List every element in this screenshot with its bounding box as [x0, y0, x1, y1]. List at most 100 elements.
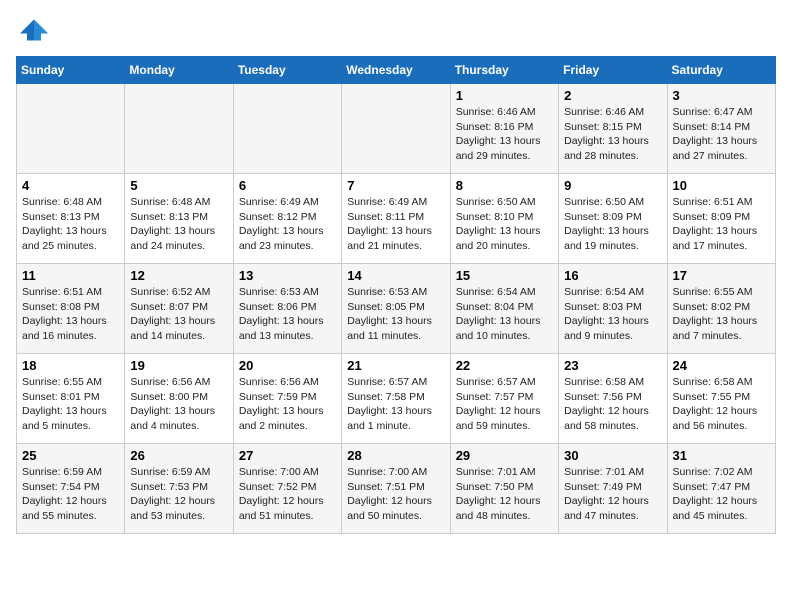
calendar-cell: 16 Sunrise: 6:54 AM Sunset: 8:03 PM Dayli… [559, 264, 667, 354]
calendar-cell: 6 Sunrise: 6:49 AM Sunset: 8:12 PM Daylig… [233, 174, 341, 264]
day-info: Sunrise: 6:53 AM Sunset: 8:06 PM Dayligh… [239, 285, 336, 344]
day-info: Sunrise: 6:55 AM Sunset: 8:01 PM Dayligh… [22, 375, 119, 434]
page-header [16, 16, 776, 44]
day-number: 14 [347, 268, 444, 283]
day-number: 22 [456, 358, 553, 373]
day-info: Sunrise: 6:53 AM Sunset: 8:05 PM Dayligh… [347, 285, 444, 344]
day-number: 17 [673, 268, 770, 283]
header-monday: Monday [125, 57, 233, 84]
day-info: Sunrise: 6:46 AM Sunset: 8:16 PM Dayligh… [456, 105, 553, 164]
week-row-4: 18 Sunrise: 6:55 AM Sunset: 8:01 PM Dayli… [17, 354, 776, 444]
calendar-cell: 11 Sunrise: 6:51 AM Sunset: 8:08 PM Dayli… [17, 264, 125, 354]
day-info: Sunrise: 6:55 AM Sunset: 8:02 PM Dayligh… [673, 285, 770, 344]
day-info: Sunrise: 6:57 AM Sunset: 7:57 PM Dayligh… [456, 375, 553, 434]
day-number: 27 [239, 448, 336, 463]
calendar-cell: 3Sunrise: 6:47 AM Sunset: 8:14 PM Daylig… [667, 84, 775, 174]
calendar-header-row: SundayMondayTuesdayWednesdayThursdayFrid… [17, 57, 776, 84]
logo-icon [16, 16, 52, 44]
calendar-cell: 12 Sunrise: 6:52 AM Sunset: 8:07 PM Dayli… [125, 264, 233, 354]
header-thursday: Thursday [450, 57, 558, 84]
day-info: Sunrise: 6:58 AM Sunset: 7:55 PM Dayligh… [673, 375, 770, 434]
calendar-cell: 18 Sunrise: 6:55 AM Sunset: 8:01 PM Dayli… [17, 354, 125, 444]
day-info: Sunrise: 6:56 AM Sunset: 8:00 PM Dayligh… [130, 375, 227, 434]
calendar-cell: 5 Sunrise: 6:48 AM Sunset: 8:13 PM Daylig… [125, 174, 233, 264]
day-number: 12 [130, 268, 227, 283]
calendar-cell: 9Sunrise: 6:50 AM Sunset: 8:09 PM Daylig… [559, 174, 667, 264]
day-info: Sunrise: 6:52 AM Sunset: 8:07 PM Dayligh… [130, 285, 227, 344]
day-number: 30 [564, 448, 661, 463]
day-number: 2 [564, 88, 661, 103]
day-number: 28 [347, 448, 444, 463]
day-number: 29 [456, 448, 553, 463]
calendar-cell [342, 84, 450, 174]
week-row-5: 25 Sunrise: 6:59 AM Sunset: 7:54 PM Dayli… [17, 444, 776, 534]
day-info: Sunrise: 7:01 AM Sunset: 7:49 PM Dayligh… [564, 465, 661, 524]
day-number: 4 [22, 178, 119, 193]
calendar-cell: 15Sunrise: 6:54 AM Sunset: 8:04 PM Dayli… [450, 264, 558, 354]
calendar-cell: 14 Sunrise: 6:53 AM Sunset: 8:05 PM Dayli… [342, 264, 450, 354]
day-info: Sunrise: 6:50 AM Sunset: 8:09 PM Dayligh… [564, 195, 661, 254]
day-info: Sunrise: 6:54 AM Sunset: 8:03 PM Dayligh… [564, 285, 661, 344]
header-tuesday: Tuesday [233, 57, 341, 84]
calendar-cell: 13 Sunrise: 6:53 AM Sunset: 8:06 PM Dayli… [233, 264, 341, 354]
day-number: 10 [673, 178, 770, 193]
calendar-cell: 17 Sunrise: 6:55 AM Sunset: 8:02 PM Dayli… [667, 264, 775, 354]
day-info: Sunrise: 6:51 AM Sunset: 8:08 PM Dayligh… [22, 285, 119, 344]
day-number: 6 [239, 178, 336, 193]
day-info: Sunrise: 7:02 AM Sunset: 7:47 PM Dayligh… [673, 465, 770, 524]
day-number: 20 [239, 358, 336, 373]
calendar-cell: 28 Sunrise: 7:00 AM Sunset: 7:51 PM Dayli… [342, 444, 450, 534]
day-number: 31 [673, 448, 770, 463]
calendar-cell: 30 Sunrise: 7:01 AM Sunset: 7:49 PM Dayli… [559, 444, 667, 534]
day-info: Sunrise: 6:51 AM Sunset: 8:09 PM Dayligh… [673, 195, 770, 254]
calendar-cell: 2 Sunrise: 6:46 AM Sunset: 8:15 PM Daylig… [559, 84, 667, 174]
calendar-cell: 31 Sunrise: 7:02 AM Sunset: 7:47 PM Dayli… [667, 444, 775, 534]
logo [16, 16, 58, 44]
week-row-2: 4 Sunrise: 6:48 AM Sunset: 8:13 PM Daylig… [17, 174, 776, 264]
day-info: Sunrise: 6:54 AM Sunset: 8:04 PM Dayligh… [456, 285, 553, 344]
day-number: 24 [673, 358, 770, 373]
day-number: 8 [456, 178, 553, 193]
day-number: 5 [130, 178, 227, 193]
calendar-cell: 20 Sunrise: 6:56 AM Sunset: 7:59 PM Dayli… [233, 354, 341, 444]
day-info: Sunrise: 6:59 AM Sunset: 7:54 PM Dayligh… [22, 465, 119, 524]
day-info: Sunrise: 6:57 AM Sunset: 7:58 PM Dayligh… [347, 375, 444, 434]
header-wednesday: Wednesday [342, 57, 450, 84]
calendar-cell: 22 Sunrise: 6:57 AM Sunset: 7:57 PM Dayli… [450, 354, 558, 444]
day-number: 13 [239, 268, 336, 283]
day-number: 19 [130, 358, 227, 373]
calendar-cell: 27Sunrise: 7:00 AM Sunset: 7:52 PM Dayli… [233, 444, 341, 534]
calendar-cell: 26Sunrise: 6:59 AM Sunset: 7:53 PM Dayli… [125, 444, 233, 534]
day-info: Sunrise: 6:46 AM Sunset: 8:15 PM Dayligh… [564, 105, 661, 164]
day-number: 18 [22, 358, 119, 373]
calendar-cell [125, 84, 233, 174]
calendar-cell: 4Sunrise: 6:48 AM Sunset: 8:13 PM Daylig… [17, 174, 125, 264]
header-saturday: Saturday [667, 57, 775, 84]
day-number: 11 [22, 268, 119, 283]
calendar-cell [17, 84, 125, 174]
day-info: Sunrise: 6:59 AM Sunset: 7:53 PM Dayligh… [130, 465, 227, 524]
day-info: Sunrise: 6:49 AM Sunset: 8:11 PM Dayligh… [347, 195, 444, 254]
calendar-cell: 10 Sunrise: 6:51 AM Sunset: 8:09 PM Dayli… [667, 174, 775, 264]
week-row-3: 11 Sunrise: 6:51 AM Sunset: 8:08 PM Dayli… [17, 264, 776, 354]
week-row-1: 1 Sunrise: 6:46 AM Sunset: 8:16 PM Daylig… [17, 84, 776, 174]
day-number: 3 [673, 88, 770, 103]
day-info: Sunrise: 6:58 AM Sunset: 7:56 PM Dayligh… [564, 375, 661, 434]
day-number: 21 [347, 358, 444, 373]
day-number: 16 [564, 268, 661, 283]
day-number: 7 [347, 178, 444, 193]
day-info: Sunrise: 6:48 AM Sunset: 8:13 PM Dayligh… [130, 195, 227, 254]
calendar-cell: 24 Sunrise: 6:58 AM Sunset: 7:55 PM Dayli… [667, 354, 775, 444]
day-info: Sunrise: 7:01 AM Sunset: 7:50 PM Dayligh… [456, 465, 553, 524]
calendar-cell: 7 Sunrise: 6:49 AM Sunset: 8:11 PM Daylig… [342, 174, 450, 264]
calendar-cell: 29 Sunrise: 7:01 AM Sunset: 7:50 PM Dayli… [450, 444, 558, 534]
day-info: Sunrise: 7:00 AM Sunset: 7:51 PM Dayligh… [347, 465, 444, 524]
day-info: Sunrise: 6:50 AM Sunset: 8:10 PM Dayligh… [456, 195, 553, 254]
day-info: Sunrise: 6:56 AM Sunset: 7:59 PM Dayligh… [239, 375, 336, 434]
day-number: 25 [22, 448, 119, 463]
calendar-cell: 23Sunrise: 6:58 AM Sunset: 7:56 PM Dayli… [559, 354, 667, 444]
day-info: Sunrise: 6:49 AM Sunset: 8:12 PM Dayligh… [239, 195, 336, 254]
calendar-cell [233, 84, 341, 174]
calendar-cell: 21 Sunrise: 6:57 AM Sunset: 7:58 PM Dayli… [342, 354, 450, 444]
day-number: 1 [456, 88, 553, 103]
